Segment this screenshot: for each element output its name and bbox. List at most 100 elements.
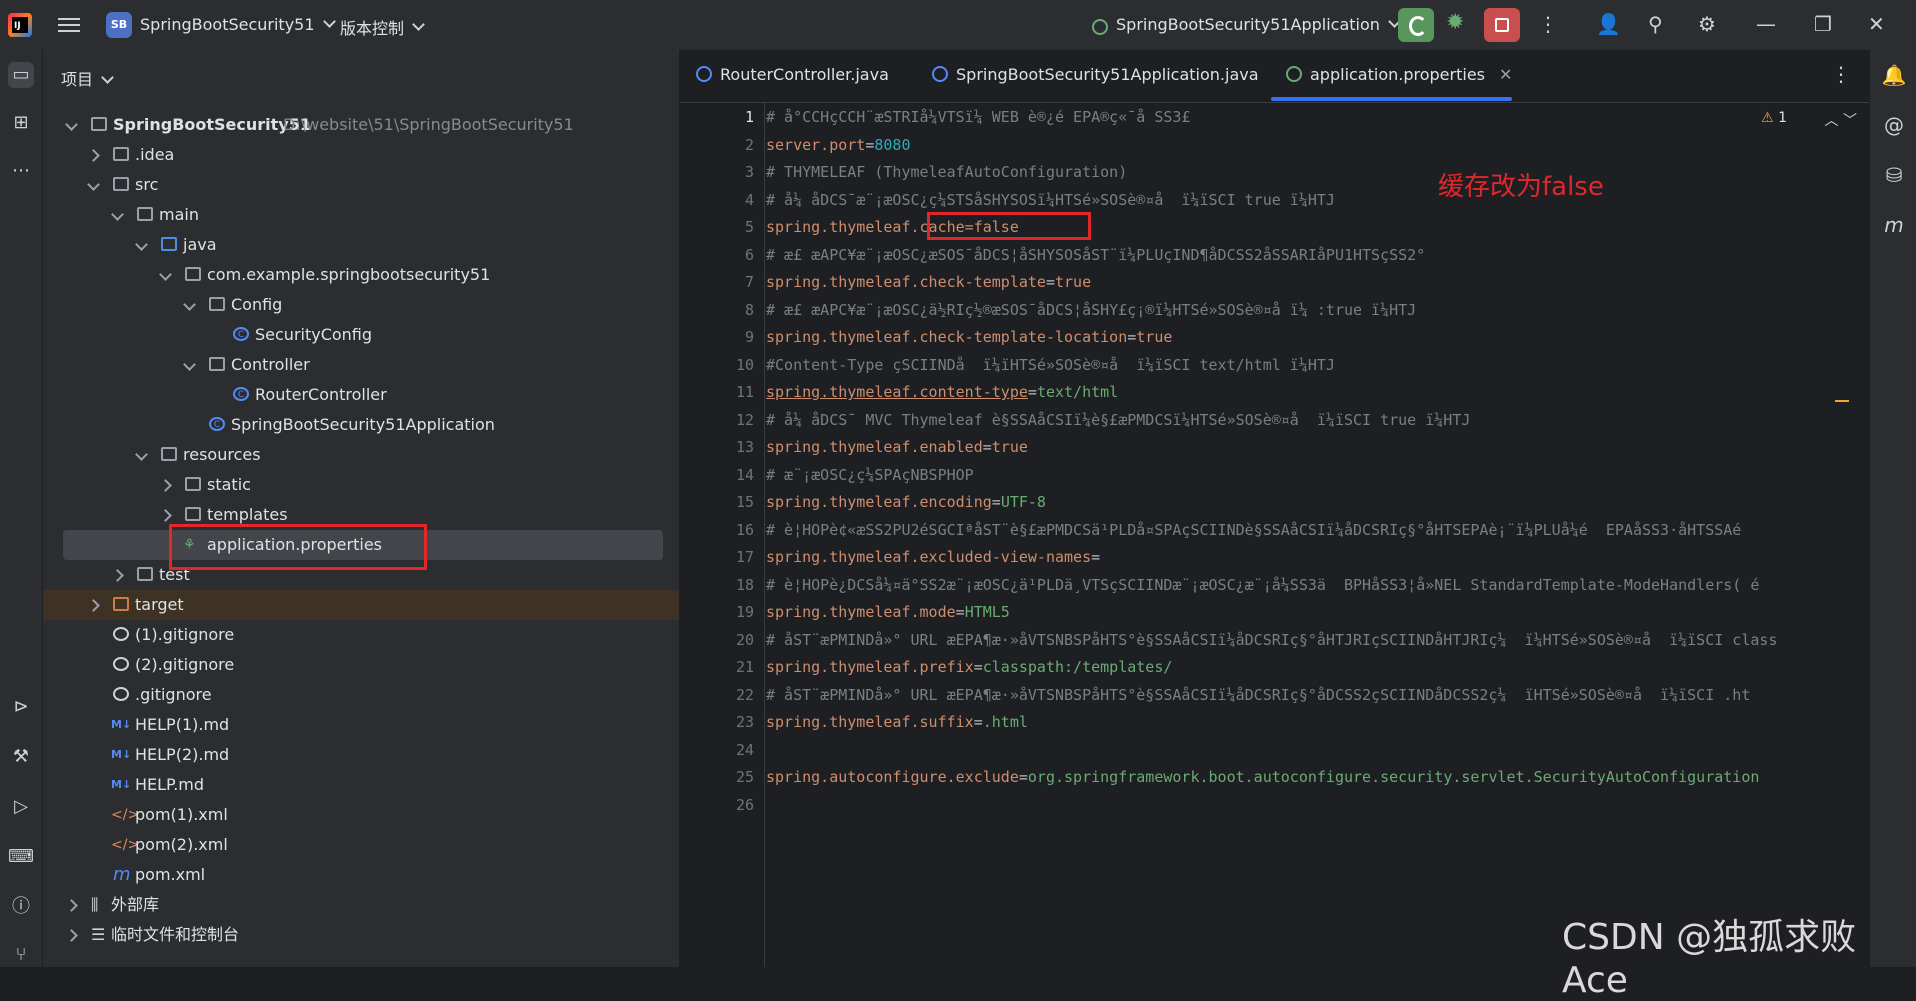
- tree-label: pom(2).xml: [135, 835, 228, 854]
- tree-item-main[interactable]: main: [43, 200, 679, 230]
- services-icon[interactable]: ⊳: [8, 694, 34, 720]
- tree-item-pom2[interactable]: </> pom(2).xml: [43, 830, 679, 860]
- code-line-comment: # æ£ æAPC¥æ¨¡æOSC¿ä½RIç½®æSOS¯åDCS¦åSHY£…: [766, 301, 1417, 319]
- expand-arrow-icon[interactable]: [87, 149, 100, 162]
- tree-item-target[interactable]: target: [43, 590, 679, 620]
- tab-options-icon[interactable]: ⋮: [1831, 62, 1851, 86]
- tab-label: SpringBootSecurity51Application.java: [956, 65, 1259, 84]
- tree-item-controller[interactable]: Controller: [43, 350, 679, 380]
- tree-item-pom[interactable]: m pom.xml: [43, 860, 679, 890]
- close-tab-icon[interactable]: ✕: [1499, 65, 1512, 84]
- project-tool-icon[interactable]: ▭: [8, 62, 34, 88]
- tree-item-router-controller[interactable]: C RouterController: [43, 380, 679, 410]
- expand-arrow-icon[interactable]: [183, 358, 196, 371]
- expand-arrow-icon[interactable]: [111, 208, 124, 221]
- ai-assistant-icon[interactable]: @: [1881, 112, 1907, 138]
- more-tools-icon[interactable]: ⋯: [8, 158, 34, 184]
- tree-item-package[interactable]: com.example.springbootsecurity51: [43, 260, 679, 290]
- expand-arrow-icon[interactable]: [111, 569, 124, 582]
- problem-navigation[interactable]: ︿ ﹀: [1825, 110, 1857, 130]
- expand-arrow-icon[interactable]: [65, 929, 78, 942]
- chevron-up-icon[interactable]: ︿: [1825, 113, 1839, 129]
- minimize-icon[interactable]: —: [1756, 12, 1776, 36]
- tree-label: 外部库: [111, 895, 160, 914]
- folder-icon: [185, 507, 201, 521]
- run-config-selector[interactable]: SpringBootSecurity51Application: [1092, 15, 1401, 35]
- tree-label: main: [159, 205, 199, 224]
- tree-item-help1[interactable]: M↓ HELP(1).md: [43, 710, 679, 740]
- tree-item-gitignore1[interactable]: (1).gitignore: [43, 620, 679, 650]
- tree-item-java[interactable]: java: [43, 230, 679, 260]
- line-number: 15: [735, 493, 754, 511]
- build-hammer-icon[interactable]: ⚒: [8, 744, 34, 770]
- scrollbar-warning-marker[interactable]: [1835, 400, 1849, 402]
- tree-item-resources[interactable]: resources: [43, 440, 679, 470]
- tree-item-gitignore[interactable]: .gitignore: [43, 680, 679, 710]
- restore-icon[interactable]: ❐: [1814, 12, 1832, 36]
- notifications-bell-icon[interactable]: 🔔: [1881, 62, 1907, 88]
- structure-tool-icon[interactable]: ⊞: [8, 110, 34, 136]
- search-icon[interactable]: ⚲: [1648, 12, 1663, 36]
- tree-item-root[interactable]: SpringBootSecurity51 D:\website\51\Spring…: [43, 110, 679, 140]
- tab-router-controller[interactable]: RouterController.java: [696, 64, 889, 84]
- intellij-logo-icon[interactable]: IJ: [8, 13, 32, 37]
- database-icon[interactable]: ⛁: [1881, 162, 1907, 188]
- line-number: 18: [735, 576, 754, 594]
- tree-item-app-class[interactable]: C SpringBootSecurity51Application: [43, 410, 679, 440]
- expand-arrow-icon[interactable]: [159, 268, 172, 281]
- line-number: 14: [735, 466, 754, 484]
- project-badge[interactable]: SB: [106, 12, 132, 38]
- tab-application-properties[interactable]: application.properties ✕: [1286, 64, 1512, 84]
- terminal-icon[interactable]: ⌨: [8, 844, 34, 870]
- tree-item-static[interactable]: static: [43, 470, 679, 500]
- close-window-icon[interactable]: ✕: [1868, 12, 1885, 36]
- expand-arrow-icon[interactable]: [65, 899, 78, 912]
- settings-gear-icon[interactable]: ⚙: [1698, 12, 1716, 36]
- tree-item-pom1[interactable]: </> pom(1).xml: [43, 800, 679, 830]
- expand-arrow-icon[interactable]: [183, 298, 196, 311]
- expand-arrow-icon[interactable]: [159, 479, 172, 492]
- tree-label: src: [135, 175, 159, 194]
- tab-label: application.properties: [1310, 65, 1485, 84]
- main-menu-icon[interactable]: [58, 14, 80, 36]
- spring-properties-icon: [1286, 66, 1302, 82]
- folder-icon: [137, 567, 153, 581]
- chevron-down-icon[interactable]: ﹀: [1843, 113, 1857, 129]
- rerun-button[interactable]: [1398, 8, 1434, 42]
- tree-item-idea[interactable]: .idea: [43, 140, 679, 170]
- vcs-menu[interactable]: 版本控制: [340, 15, 425, 39]
- run-tool-icon[interactable]: ▷: [8, 794, 34, 820]
- expand-arrow-icon[interactable]: [159, 509, 172, 522]
- git-branch-icon[interactable]: ⑂: [8, 942, 34, 968]
- tree-item-scratches[interactable]: ☰ 临时文件和控制台: [43, 920, 679, 950]
- expand-arrow-icon[interactable]: [87, 599, 100, 612]
- tree-item-gitignore2[interactable]: (2).gitignore: [43, 650, 679, 680]
- tree-label: static: [207, 475, 251, 494]
- tree-item-external-libraries[interactable]: ⫼ 外部库: [43, 890, 679, 920]
- tree-label: RouterController: [255, 385, 387, 404]
- tree-item-help2[interactable]: M↓ HELP(2).md: [43, 740, 679, 770]
- expand-arrow-icon[interactable]: [135, 238, 148, 251]
- inspection-warning-indicator[interactable]: ⚠ 1: [1761, 110, 1787, 126]
- property-key: spring.thymeleaf.enabled: [766, 438, 983, 456]
- tree-item-help[interactable]: M↓ HELP.md: [43, 770, 679, 800]
- expand-arrow-icon[interactable]: [135, 448, 148, 461]
- tree-item-config[interactable]: Config: [43, 290, 679, 320]
- add-user-icon[interactable]: 👤: [1596, 12, 1621, 36]
- code-line-excluded-view-names: spring.thymeleaf.excluded-view-names=: [766, 548, 1101, 566]
- tree-item-security-config[interactable]: C SecurityConfig: [43, 320, 679, 350]
- project-panel-header[interactable]: 项目: [61, 66, 114, 90]
- tab-application-class[interactable]: SpringBootSecurity51Application.java: [932, 64, 1259, 84]
- code-line-content-type: spring.thymeleaf.content-type=text/html: [766, 383, 1119, 401]
- maven-tool-icon[interactable]: m: [1881, 212, 1907, 238]
- problems-icon[interactable]: ⓘ: [8, 894, 34, 920]
- debug-button[interactable]: ✹: [1446, 10, 1464, 35]
- expand-arrow-icon[interactable]: [65, 118, 78, 131]
- more-actions-icon[interactable]: ⋮: [1538, 12, 1558, 36]
- expand-arrow-icon[interactable]: [87, 178, 100, 191]
- xml-file-icon: </>: [111, 837, 140, 853]
- property-key: spring.autoconfigure.exclude: [766, 768, 1019, 786]
- stop-button[interactable]: [1484, 8, 1520, 42]
- project-switcher[interactable]: SpringBootSecurity51: [140, 15, 336, 34]
- tree-item-src[interactable]: src: [43, 170, 679, 200]
